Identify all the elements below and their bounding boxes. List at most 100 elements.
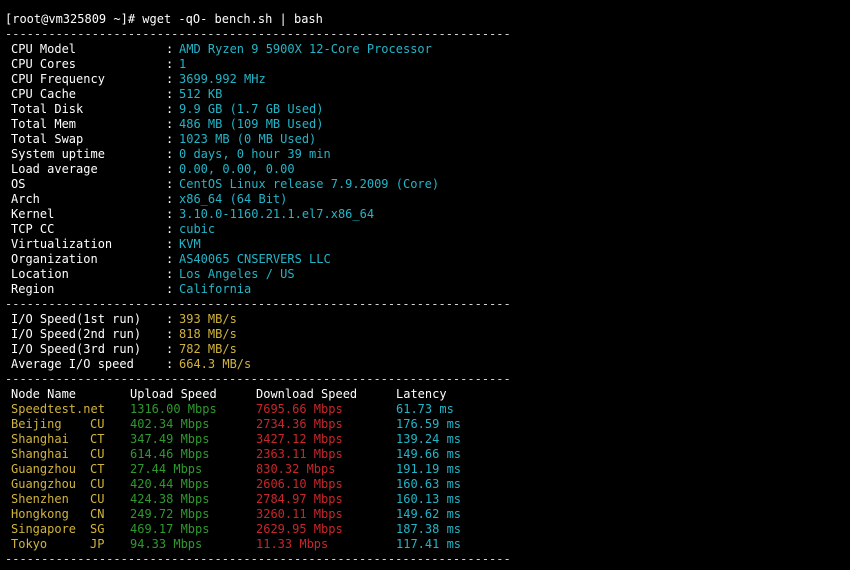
io-row: Average I/O speed:664.3 MB/s — [5, 357, 845, 372]
io-value: 818 MB/s — [179, 327, 237, 341]
info-value: KVM — [179, 237, 201, 251]
info-value: 3.10.0-1160.21.1.el7.x86_64 — [179, 207, 375, 221]
download-speed: 11.33 Mbps — [256, 537, 329, 551]
command-prompt: [root@vm325809 ~]# wget -qO- bench.sh | … — [5, 12, 323, 26]
info-row: CPU Cache:512 KB — [5, 87, 845, 102]
upload-speed: 347.49 Mbps — [130, 432, 210, 446]
latency: 139.24 ms — [396, 432, 462, 446]
info-colon: : — [166, 222, 174, 236]
node-name: Guangzhou — [11, 477, 77, 491]
info-label: Arch — [11, 192, 40, 206]
io-colon: : — [166, 357, 174, 371]
header-latency: Latency — [396, 387, 447, 401]
divider-line: ----------------------------------------… — [5, 372, 511, 386]
info-label: CPU Frequency — [11, 72, 105, 86]
node-name: Speedtest.net — [11, 402, 105, 416]
info-colon: : — [166, 252, 174, 266]
upload-speed: 614.46 Mbps — [130, 447, 210, 461]
download-speed: 2784.97 Mbps — [256, 492, 343, 506]
upload-speed: 94.33 Mbps — [130, 537, 203, 551]
terminal-output[interactable]: [root@vm325809 ~]# wget -qO- bench.sh | … — [5, 12, 845, 567]
info-label: Virtualization — [11, 237, 113, 251]
info-row: Load average:0.00, 0.00, 0.00 — [5, 162, 845, 177]
info-colon: : — [166, 207, 174, 221]
node-name: Tokyo — [11, 537, 48, 551]
speedtest-row: Singapore SG 469.17 Mbps 2629.95 Mbps 187.38… — [5, 522, 845, 537]
info-label: TCP CC — [11, 222, 55, 236]
info-value: AMD Ryzen 9 5900X 12-Core Processor — [179, 42, 432, 56]
info-value: 486 MB (109 MB Used) — [179, 117, 324, 131]
upload-speed: 27.44 Mbps — [130, 462, 203, 476]
download-speed: 2734.36 Mbps — [256, 417, 343, 431]
io-row: I/O Speed(2nd run):818 MB/s — [5, 327, 845, 342]
speedtest-row: Guangzhou CU 420.44 Mbps 2606.10 Mbps 160.63… — [5, 477, 845, 492]
divider-line: ----------------------------------------… — [5, 27, 511, 41]
info-row: CPU Frequency:3699.992 MHz — [5, 72, 845, 87]
download-speed: 830.32 Mbps — [256, 462, 336, 476]
info-value: x86_64 (64 Bit) — [179, 192, 288, 206]
node-isp: JP — [90, 537, 105, 551]
info-value: 0.00, 0.00, 0.00 — [179, 162, 295, 176]
latency: 61.73 ms — [396, 402, 454, 416]
info-colon: : — [166, 57, 174, 71]
node-name: Shanghai — [11, 432, 69, 446]
download-speed: 2606.10 Mbps — [256, 477, 343, 491]
io-colon: : — [166, 327, 174, 341]
io-colon: : — [166, 312, 174, 326]
info-label: CPU Model — [11, 42, 77, 56]
node-name: Shenzhen — [11, 492, 69, 506]
info-colon: : — [166, 117, 174, 131]
header-upload-speed: Upload Speed — [130, 387, 217, 401]
info-label: Total Disk — [11, 102, 84, 116]
speedtest-row: Speedtest.net 1316.00 Mbps 7695.66 Mbps 61.… — [5, 402, 845, 417]
io-speed-section: I/O Speed(1st run):393 MB/s I/O Speed(2nd… — [5, 312, 845, 372]
io-colon: : — [166, 342, 174, 356]
info-row: Organization: AS40065 CNSERVERS LLC — [5, 252, 845, 267]
latency: 160.63 ms — [396, 477, 462, 491]
info-colon: : — [166, 237, 174, 251]
upload-speed: 1316.00 Mbps — [130, 402, 217, 416]
io-label: I/O Speed(3rd run) — [11, 342, 142, 356]
speedtest-row: Shenzhen CU 424.38 Mbps 2784.97 Mbps 160.13 … — [5, 492, 845, 507]
node-name: Shanghai — [11, 447, 69, 461]
info-label: System uptime — [11, 147, 105, 161]
io-row: I/O Speed(3rd run):782 MB/s — [5, 342, 845, 357]
node-isp: CU — [90, 447, 105, 461]
download-speed: 3427.12 Mbps — [256, 432, 343, 446]
info-row: CPU Cores:1 — [5, 57, 845, 72]
node-isp: SG — [90, 522, 105, 536]
header-node-name: Node Name — [11, 387, 77, 401]
upload-speed: 424.38 Mbps — [130, 492, 210, 506]
node-isp: CU — [90, 492, 105, 506]
info-value: cubic — [179, 222, 216, 236]
info-row: Region: California — [5, 282, 845, 297]
node-isp: CN — [90, 507, 105, 521]
node-isp: CU — [90, 477, 105, 491]
speedtest-row: Shanghai CT 347.49 Mbps 3427.12 Mbps 139.24 … — [5, 432, 845, 447]
info-value: 9.9 GB (1.7 GB Used) — [179, 102, 324, 116]
speedtest-header-row: Node Name Upload Speed Download Speed La… — [5, 387, 845, 402]
info-row: Total Swap:1023 MB (0 MB Used) — [5, 132, 845, 147]
node-name: Beijing — [11, 417, 62, 431]
info-colon: : — [166, 147, 174, 161]
divider-line: ----------------------------------------… — [5, 297, 511, 311]
download-speed: 3260.11 Mbps — [256, 507, 343, 521]
speedtest-table: Speedtest.net 1316.00 Mbps 7695.66 Mbps 61.… — [5, 402, 845, 552]
info-label: OS — [11, 177, 26, 191]
info-value: AS40065 CNSERVERS LLC — [179, 252, 331, 266]
io-label: I/O Speed(2nd run) — [11, 327, 142, 341]
speedtest-row: Guangzhou CT 27.44 Mbps 830.32 Mbps 191.19 m… — [5, 462, 845, 477]
node-isp: CT — [90, 462, 105, 476]
speedtest-row: Shanghai CU 614.46 Mbps 2363.11 Mbps 149.66 … — [5, 447, 845, 462]
info-row: Location: Los Angeles / US — [5, 267, 845, 282]
io-value: 782 MB/s — [179, 342, 237, 356]
upload-speed: 249.72 Mbps — [130, 507, 210, 521]
upload-speed: 402.34 Mbps — [130, 417, 210, 431]
upload-speed: 469.17 Mbps — [130, 522, 210, 536]
io-row: I/O Speed(1st run):393 MB/s — [5, 312, 845, 327]
info-row: System uptime:0 days, 0 hour 39 min — [5, 147, 845, 162]
download-speed: 2629.95 Mbps — [256, 522, 343, 536]
info-row: Arch: x86_64 (64 Bit) — [5, 192, 845, 207]
info-colon: : — [166, 177, 174, 191]
node-name: Singapore — [11, 522, 77, 536]
